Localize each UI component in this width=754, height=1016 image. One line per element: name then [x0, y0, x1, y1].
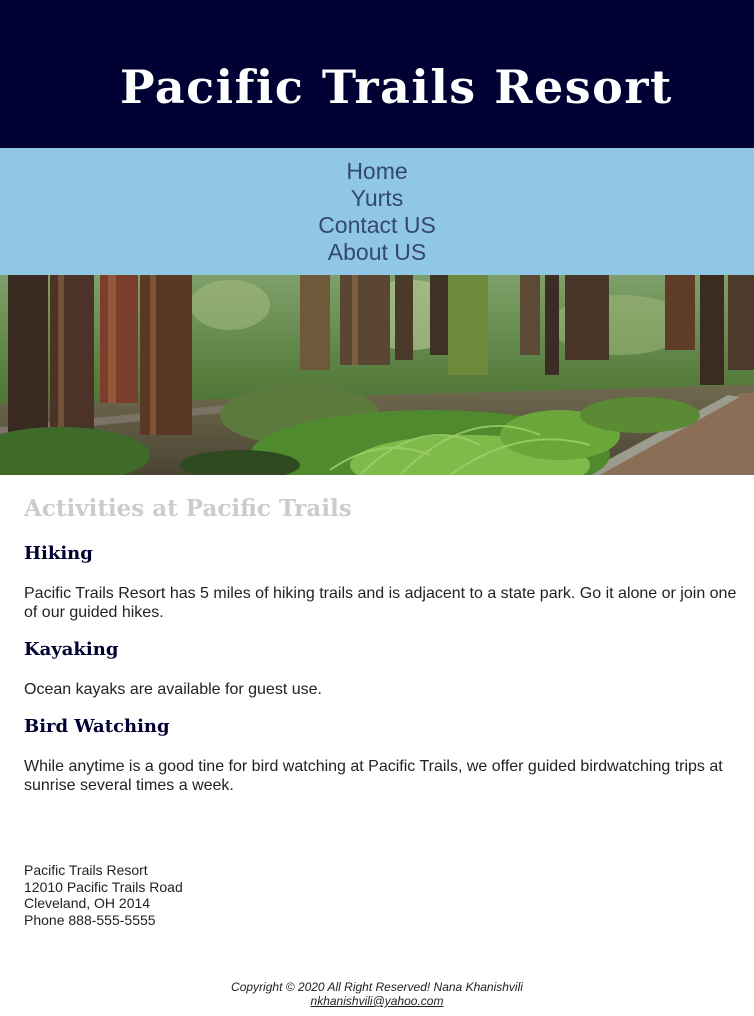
site-footer: Copyright © 2020 All Right Reserved! Nan…	[0, 980, 754, 1008]
address-street: 12010 Pacific Trails Road	[24, 878, 183, 895]
contact-address: Pacific Trails Resort 12010 Pacific Trai…	[24, 862, 183, 928]
hiking-text: Pacific Trails Resort has 5 miles of hik…	[24, 585, 737, 621]
nav-link-contact[interactable]: Contact US	[318, 212, 436, 238]
nav-link-yurts[interactable]: Yurts	[351, 185, 403, 211]
kayaking-text: Ocean kayaks are available for guest use…	[24, 681, 322, 698]
bird-watching-text: While anytime is a good tine for bird wa…	[24, 758, 723, 794]
nav-link-home[interactable]: Home	[346, 158, 407, 184]
page-heading: Activities at Pacific Trails	[24, 495, 352, 522]
kayaking-heading: Kayaking	[24, 639, 119, 660]
site-title: Pacific Trails Resort	[120, 60, 673, 114]
footer-email-link[interactable]: nkhanishvili@yahoo.com	[311, 994, 444, 1008]
main-nav: Home Yurts Contact US About US	[0, 148, 754, 275]
address-name: Pacific Trails Resort	[24, 862, 148, 878]
site-header: Pacific Trails Resort	[0, 0, 754, 148]
address-city: Cleveland, OH 2014	[24, 895, 151, 911]
copyright-text: Copyright © 2020 All Right Reserved! Nan…	[231, 980, 523, 994]
hero-forest-image	[0, 275, 754, 475]
bird-watching-heading: Bird Watching	[24, 716, 170, 737]
nav-link-about[interactable]: About US	[328, 239, 426, 265]
hiking-heading: Hiking	[24, 543, 93, 564]
address-phone: Phone 888-555-5555	[24, 911, 156, 928]
